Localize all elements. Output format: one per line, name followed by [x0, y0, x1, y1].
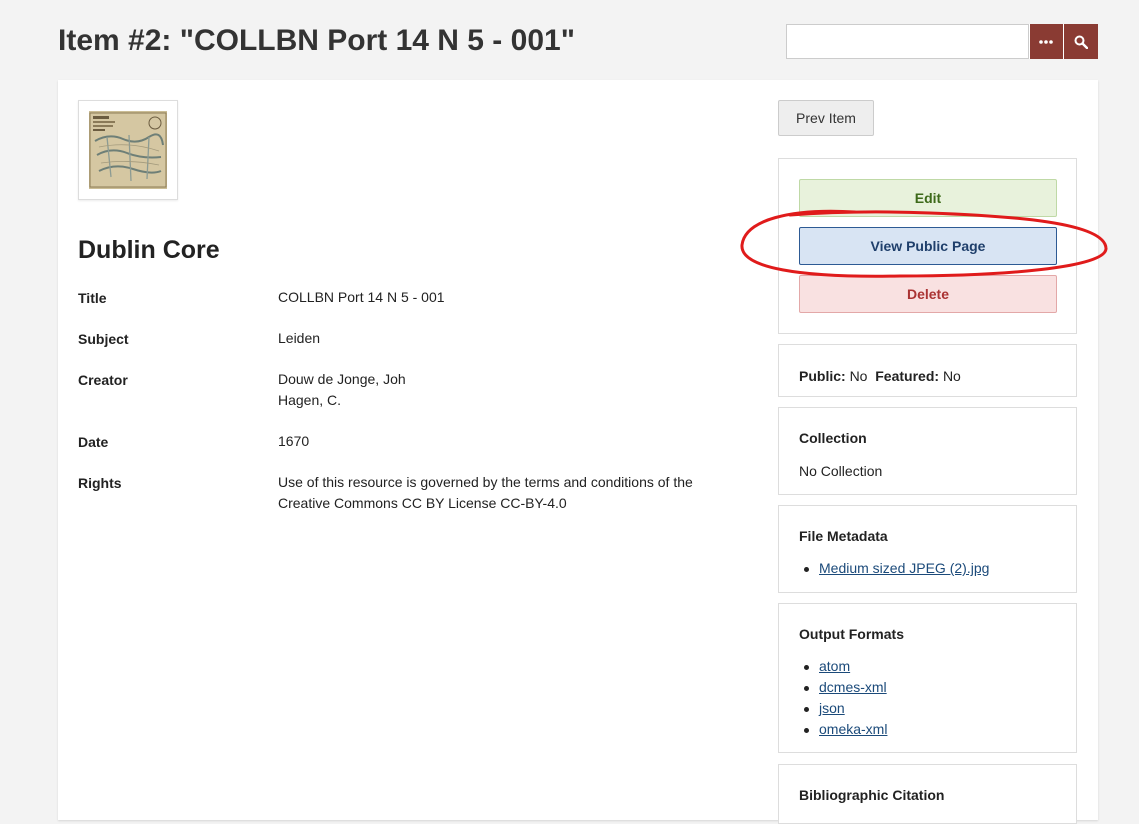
prev-item-button[interactable]: Prev Item: [778, 100, 874, 136]
list-item: atom: [799, 656, 887, 677]
file-link[interactable]: Medium sized JPEG (2).jpg: [819, 560, 989, 576]
collection-title: Collection: [799, 430, 867, 446]
public-value: No: [849, 368, 868, 384]
public-label: Public:: [799, 368, 846, 384]
status-line: Public: No Featured: No: [799, 368, 961, 384]
map-thumbnail-image: [89, 111, 167, 189]
list-item: dcmes-xml: [799, 677, 887, 698]
field-label-subject: Subject: [78, 331, 129, 347]
output-formats-title: Output Formats: [799, 626, 904, 642]
featured-label: Featured:: [875, 368, 940, 384]
file-metadata-panel: File Metadata Medium sized JPEG (2).jpg: [778, 505, 1077, 593]
list-item: Medium sized JPEG (2).jpg: [799, 558, 989, 579]
page-title: Item #2: "COLLBN Port 14 N 5 - 001": [58, 24, 575, 57]
actions-panel: Edit View Public Page Delete: [778, 158, 1077, 334]
format-link-atom[interactable]: atom: [819, 658, 850, 674]
ellipsis-icon: [1039, 39, 1054, 44]
dublin-core-heading: Dublin Core: [78, 236, 220, 264]
item-panel: Dublin Core Title COLLBN Port 14 N 5 - 0…: [58, 80, 1098, 824]
featured-value: No: [942, 368, 961, 384]
list-item: omeka-xml: [799, 719, 887, 740]
format-link-json[interactable]: json: [819, 700, 845, 716]
search-input[interactable]: [786, 24, 1029, 59]
delete-button[interactable]: Delete: [799, 275, 1057, 313]
item-thumbnail[interactable]: [78, 100, 178, 200]
edit-button[interactable]: Edit: [799, 179, 1057, 217]
collection-value: No Collection: [799, 463, 883, 479]
field-label-date: Date: [78, 434, 109, 450]
field-label-rights: Rights: [78, 475, 122, 491]
field-label-creator: Creator: [78, 372, 128, 388]
output-formats-panel: Output Formats atom dcmes-xml json omeka…: [778, 603, 1077, 753]
field-value-title: COLLBN Port 14 N 5 - 001: [278, 289, 445, 305]
field-value-subject: Leiden: [278, 330, 321, 346]
field-label-title: Title: [78, 290, 107, 306]
view-public-page-button[interactable]: View Public Page: [799, 227, 1057, 265]
output-formats-list: atom dcmes-xml json omeka-xml: [799, 656, 887, 740]
format-link-dcmes-xml[interactable]: dcmes-xml: [819, 679, 887, 695]
citation-panel: Bibliographic Citation: [778, 764, 1077, 824]
format-link-omeka-xml[interactable]: omeka-xml: [819, 721, 887, 737]
citation-title: Bibliographic Citation: [799, 787, 945, 803]
field-value-creator-1: Douw de Jonge, Joh: [278, 371, 406, 387]
field-value-creator-2: Hagen, C.: [278, 392, 342, 408]
field-value-date: 1670: [278, 433, 310, 449]
search-form: [786, 24, 1099, 59]
search-button[interactable]: [1063, 24, 1099, 59]
search-icon: [1074, 35, 1089, 49]
file-metadata-title: File Metadata: [799, 528, 888, 544]
file-list: Medium sized JPEG (2).jpg: [799, 558, 989, 579]
advanced-search-button[interactable]: [1028, 24, 1064, 59]
status-panel: Public: No Featured: No: [778, 344, 1077, 397]
collection-panel: Collection No Collection: [778, 407, 1077, 495]
field-value-rights: Use of this resource is governed by the …: [278, 474, 693, 511]
list-item: json: [799, 698, 887, 719]
